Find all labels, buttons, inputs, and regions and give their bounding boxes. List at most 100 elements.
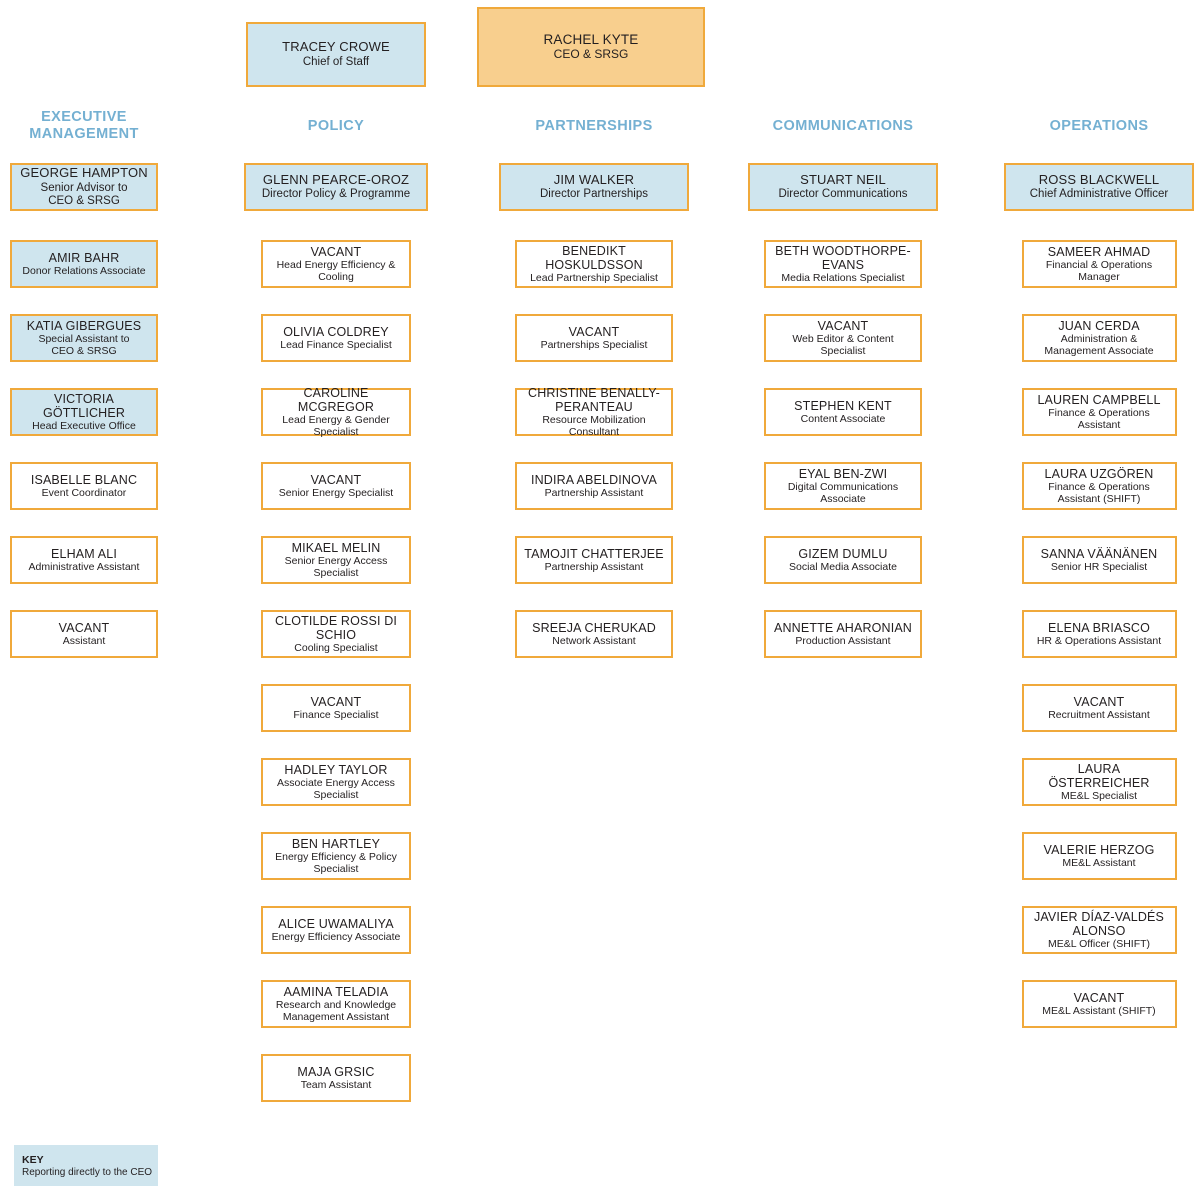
node-staff[interactable]: ELHAM ALI Administrative Assistant (10, 536, 158, 584)
node-name: BEN HARTLEY (291, 836, 381, 851)
node-name: VACANT (1073, 990, 1125, 1005)
node-title: Research and Knowledge Management Assist… (275, 998, 397, 1023)
node-staff[interactable]: LAURA UZGÖREN Finance & Operations Assist… (1021, 462, 1177, 510)
node-title: CEO & SRSG (553, 47, 629, 62)
node-name: ELHAM ALI (51, 546, 117, 561)
column-header-operations: OPERATIONS (1049, 118, 1149, 134)
node-name: OLIVIA COLDREY (283, 324, 389, 339)
node-staff[interactable]: VICTORIA GÖTTLICHER Head Executive Office (10, 388, 158, 436)
node-name: AAMINA TELADIA (283, 984, 389, 999)
node-ceo[interactable]: RACHEL KYTE CEO & SRSG (477, 7, 705, 87)
node-staff[interactable]: LAUREN CAMPBELL Finance & Operations Assi… (1021, 388, 1177, 436)
node-name: BETH WOODTHORPE- EVANS (775, 243, 911, 272)
node-staff[interactable]: ALICE UWAMALIYA Energy Efficiency Associa… (261, 906, 411, 954)
node-title: Digital Communications Associate (787, 480, 899, 505)
node-title: Senior Energy Access Specialist (284, 554, 388, 579)
node-staff[interactable]: SANNA VÄÄNÄNEN Senior HR Specialist (1021, 536, 1177, 584)
node-name: ELENA BRIASCO (1048, 620, 1150, 635)
node-title: Finance & Operations Assistant (SHIFT) (1048, 480, 1150, 505)
node-staff[interactable]: CAROLINE MCGREGOR Lead Energy & Gender Sp… (261, 385, 411, 437)
node-title: Director Communications (778, 188, 908, 201)
node-staff[interactable]: AMIR BAHR Donor Relations Associate (10, 240, 158, 288)
node-staff[interactable]: VACANT Recruitment Assistant (1021, 684, 1177, 732)
node-staff[interactable]: SREEJA CHERUKAD Network Assistant (515, 610, 673, 658)
node-chief-of-staff[interactable]: TRACEY CROWE Chief of Staff (246, 22, 426, 87)
node-staff[interactable]: BENEDIKT HOSKULDSSON Lead Partnership Spe… (515, 240, 673, 288)
column-header-executive-management: EXECUTIVE MANAGEMENT (29, 109, 139, 143)
node-title: Director Policy & Programme (261, 188, 411, 201)
node-name: JAVIER DÍAZ-VALDÉS ALONSO (1033, 909, 1165, 938)
node-title: Head Energy Efficiency & Cooling (276, 258, 396, 283)
node-staff[interactable]: VACANT Finance Specialist (261, 684, 411, 732)
node-director[interactable]: GLENN PEARCE-OROZ Director Policy & Progr… (244, 163, 428, 211)
node-staff[interactable]: KATIA GIBERGUES Special Assistant to CEO … (10, 314, 158, 362)
node-staff[interactable]: HADLEY TAYLOR Associate Energy Access Spe… (261, 758, 411, 806)
node-title: Head Executive Office (32, 419, 136, 432)
node-staff[interactable]: VACANT Head Energy Efficiency & Cooling (261, 240, 411, 288)
node-title: Cooling Specialist (294, 641, 378, 654)
key-title: KEY (22, 1153, 44, 1166)
node-title: Senior HR Specialist (1050, 560, 1148, 573)
node-name: STEPHEN KENT (794, 398, 892, 413)
node-title: Chief Administrative Officer (1029, 188, 1169, 201)
node-title: ME&L Specialist (1060, 789, 1138, 802)
node-name: VACANT (310, 244, 362, 259)
node-director[interactable]: JIM WALKER Director Partnerships (499, 163, 689, 211)
node-title: Senior Energy Specialist (278, 486, 394, 499)
node-staff[interactable]: ELENA BRIASCO HR & Operations Assistant (1021, 610, 1177, 658)
node-title: Administrative Assistant (28, 560, 140, 573)
node-staff[interactable]: ISABELLE BLANC Event Coordinator (10, 462, 158, 510)
column-header-partnerships: PARTNERSHIPS (535, 118, 653, 134)
node-staff[interactable]: VACANT Web Editor & Content Specialist (764, 314, 922, 362)
node-name: ALICE UWAMALIYA (278, 916, 394, 931)
node-staff[interactable]: MAJA GRSIC Team Assistant (261, 1054, 411, 1102)
node-staff[interactable]: STEPHEN KENT Content Associate (764, 388, 922, 436)
node-staff[interactable]: EYAL BEN-ZWI Digital Communications Assoc… (764, 462, 922, 510)
node-title: Lead Partnership Specialist (530, 271, 658, 284)
node-director[interactable]: STUART NEIL Director Communications (748, 163, 938, 211)
node-staff[interactable]: BEN HARTLEY Energy Efficiency & Policy Sp… (261, 832, 411, 880)
column-header-policy: POLICY (307, 118, 365, 134)
node-staff[interactable]: INDIRA ABELDINOVA Partnership Assistant (515, 462, 673, 510)
node-staff[interactable]: GIZEM DUMLU Social Media Associate (764, 536, 922, 584)
node-title: Media Relations Specialist (781, 271, 905, 284)
node-name: CAROLINE MCGREGOR (297, 385, 375, 414)
node-name: LAURA ÖSTERREICHER (1048, 761, 1150, 790)
node-staff[interactable]: SAMEER AHMAD Financial & Operations Manag… (1021, 240, 1177, 288)
node-staff[interactable]: VACANT Assistant (10, 610, 158, 658)
node-director[interactable]: GEORGE HAMPTON Senior Advisor to CEO & SR… (10, 163, 158, 211)
node-title: Resource Mobilization Consultant (542, 413, 646, 438)
node-staff[interactable]: ANNETTE AHARONIAN Production Assistant (764, 610, 922, 658)
node-name: ROSS BLACKWELL (1038, 171, 1160, 187)
node-staff[interactable]: VALERIE HERZOG ME&L Assistant (1021, 832, 1177, 880)
node-title: HR & Operations Assistant (1036, 634, 1162, 647)
node-name: CLOTILDE ROSSI DI SCHIO (274, 613, 398, 642)
node-name: LAUREN CAMPBELL (1037, 392, 1161, 407)
node-staff[interactable]: AAMINA TELADIA Research and Knowledge Man… (261, 980, 411, 1028)
node-name: CHRISTINE BENALLY- PERANTEAU (528, 385, 660, 414)
node-staff[interactable]: CLOTILDE ROSSI DI SCHIO Cooling Specialis… (261, 610, 411, 658)
node-name: VICTORIA GÖTTLICHER (42, 391, 126, 420)
node-staff[interactable]: VACANT ME&L Assistant (SHIFT) (1021, 980, 1177, 1028)
node-staff[interactable]: JUAN CERDA Administration & Management As… (1021, 314, 1177, 362)
node-title: Finance Specialist (293, 708, 379, 721)
node-title: Partnership Assistant (544, 486, 644, 499)
node-director[interactable]: ROSS BLACKWELL Chief Administrative Offic… (1004, 163, 1194, 211)
node-title: Finance & Operations Assistant (1048, 406, 1150, 431)
node-staff[interactable]: TAMOJIT CHATTERJEE Partnership Assistant (515, 536, 673, 584)
node-name: MIKAEL MELIN (291, 540, 381, 555)
node-staff[interactable]: CHRISTINE BENALLY- PERANTEAU Resource Mob… (515, 385, 673, 438)
node-name: GEORGE HAMPTON (20, 165, 148, 181)
node-staff[interactable]: BETH WOODTHORPE- EVANS Media Relations Sp… (764, 240, 922, 288)
node-staff[interactable]: MIKAEL MELIN Senior Energy Access Special… (261, 536, 411, 584)
node-staff[interactable]: VACANT Partnerships Specialist (515, 314, 673, 362)
node-staff[interactable]: JAVIER DÍAZ-VALDÉS ALONSO ME&L Officer (S… (1021, 906, 1177, 954)
node-title: Associate Energy Access Specialist (277, 776, 395, 801)
node-staff[interactable]: VACANT Senior Energy Specialist (261, 462, 411, 510)
node-title: Partnership Assistant (544, 560, 644, 573)
node-name: HADLEY TAYLOR (284, 762, 388, 777)
node-staff[interactable]: OLIVIA COLDREY Lead Finance Specialist (261, 314, 411, 362)
node-title: Donor Relations Associate (22, 264, 146, 277)
node-title: Administration & Management Associate (1044, 332, 1154, 357)
node-staff[interactable]: LAURA ÖSTERREICHER ME&L Specialist (1021, 758, 1177, 806)
